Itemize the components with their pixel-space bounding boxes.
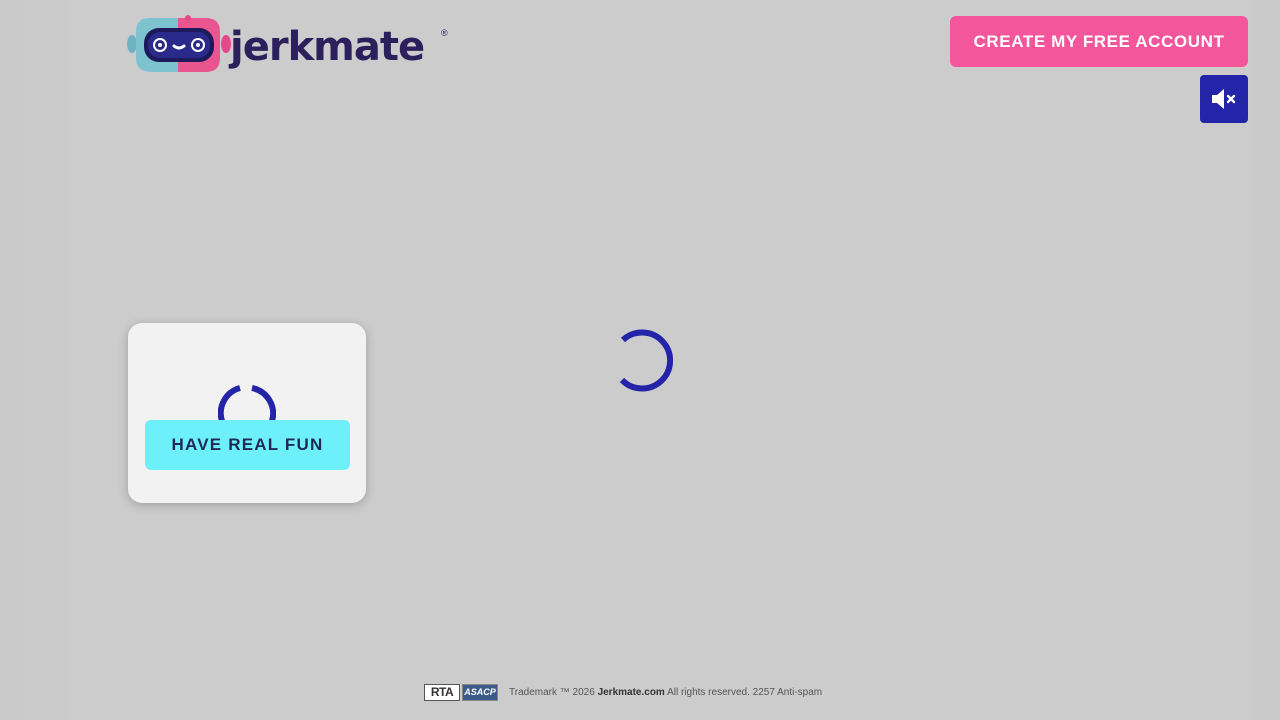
page: jerkmate ® CREATE MY FREE ACCOUNT HAVE R… bbox=[0, 0, 1280, 720]
footer: RTA ASACP Trademark ™ 2026 Jerkmate.com … bbox=[424, 683, 822, 701]
logo-wordmark: jerkmate bbox=[230, 24, 425, 70]
trademark-prefix: Trademark ™ 2026 bbox=[509, 686, 595, 698]
right-gutter bbox=[1250, 0, 1280, 720]
promo-card: HAVE REAL FUN bbox=[128, 323, 366, 503]
left-gutter bbox=[0, 0, 24, 720]
site-logo[interactable]: jerkmate bbox=[126, 14, 425, 78]
left-gutter-inner bbox=[24, 0, 68, 720]
mute-toggle-button[interactable] bbox=[1200, 75, 1248, 123]
asacp-badge[interactable]: ASACP bbox=[462, 683, 498, 701]
footer-legal-text: Trademark ™ 2026 Jerkmate.com All rights… bbox=[509, 687, 822, 698]
have-real-fun-button[interactable]: HAVE REAL FUN bbox=[145, 420, 350, 470]
create-free-account-button[interactable]: CREATE MY FREE ACCOUNT bbox=[950, 16, 1248, 67]
rta-badge[interactable]: RTA bbox=[424, 683, 460, 701]
speaker-muted-icon bbox=[1212, 89, 1236, 109]
loading-spinner-icon bbox=[619, 329, 673, 392]
site-name-link[interactable]: Jerkmate.com bbox=[598, 687, 665, 698]
robot-mascot-icon bbox=[127, 15, 231, 72]
trademark-suffix: All rights reserved. 2257 Anti-spam bbox=[667, 686, 823, 698]
registered-mark: ® bbox=[441, 28, 448, 38]
